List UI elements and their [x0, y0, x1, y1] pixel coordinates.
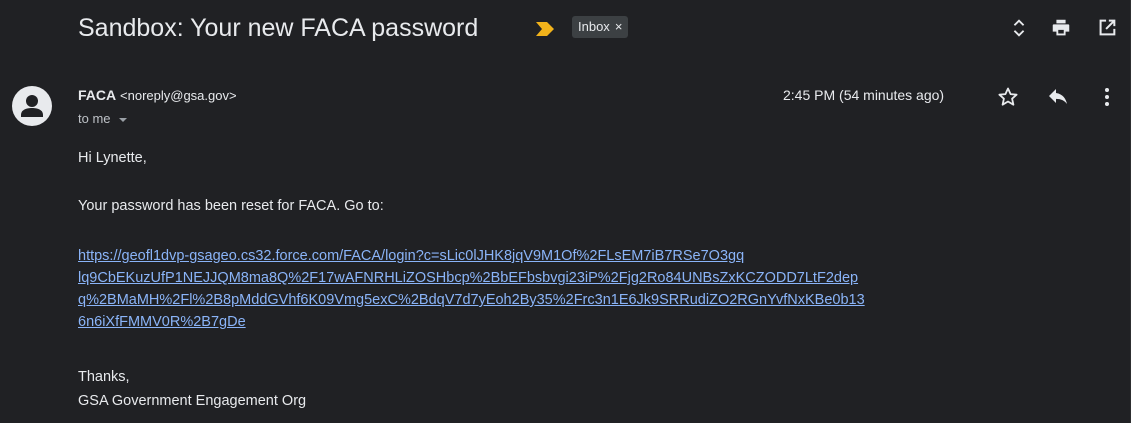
label-chip-text: Inbox [578, 19, 610, 34]
importance-marker-icon[interactable] [536, 22, 554, 36]
recipient-details-toggle[interactable]: to me [78, 111, 127, 126]
unfold-icon[interactable] [1008, 17, 1030, 39]
remove-label-button[interactable]: × [615, 16, 623, 38]
recipient-line: to me [78, 111, 111, 126]
email-subject: Sandbox: Your new FACA password [78, 14, 479, 42]
signature-text: GSA Government Engagement Org [78, 393, 307, 409]
caret-down-icon [118, 117, 127, 122]
print-icon[interactable] [1050, 17, 1072, 39]
open-in-new-window-icon[interactable] [1096, 17, 1118, 39]
link-line: https://geofl1dvp-gsageo.cs32.force.com/… [78, 248, 745, 264]
sender-name[interactable]: FACA [78, 87, 116, 103]
link-line: 6n6iXfFMMV0R%2B7gDe [78, 314, 246, 330]
closing-text: Thanks, [78, 369, 130, 385]
person-icon [21, 95, 43, 117]
link-line: lq9CbEKuzUfP1NEJJQM8ma8Q%2F17wAFNRHLiZOS… [78, 270, 859, 286]
more-vertical-icon[interactable] [1095, 85, 1119, 109]
greeting-text: Hi Lynette, [78, 150, 147, 166]
email-header: Sandbox: Your new FACA password Inbox × [0, 0, 1131, 60]
link-line: q%2BMaMH%2Fl%2B8pMddGVhf6K09Vmg5exC%2Bdq… [78, 292, 865, 308]
password-reset-link[interactable]: https://geofl1dvp-gsageo.cs32.force.com/… [78, 245, 998, 333]
inbox-label-chip: Inbox × [572, 16, 629, 38]
message-timestamp: 2:45 PM (54 minutes ago) [783, 87, 945, 103]
sender-avatar [12, 86, 52, 126]
sender-email: <noreply@gsa.gov> [120, 88, 237, 103]
reply-icon[interactable] [1046, 85, 1070, 109]
sender-line: FACA <noreply@gsa.gov> [78, 87, 237, 103]
star-icon[interactable] [996, 85, 1020, 109]
body-paragraph: Your password has been reset for FACA. G… [78, 198, 384, 214]
